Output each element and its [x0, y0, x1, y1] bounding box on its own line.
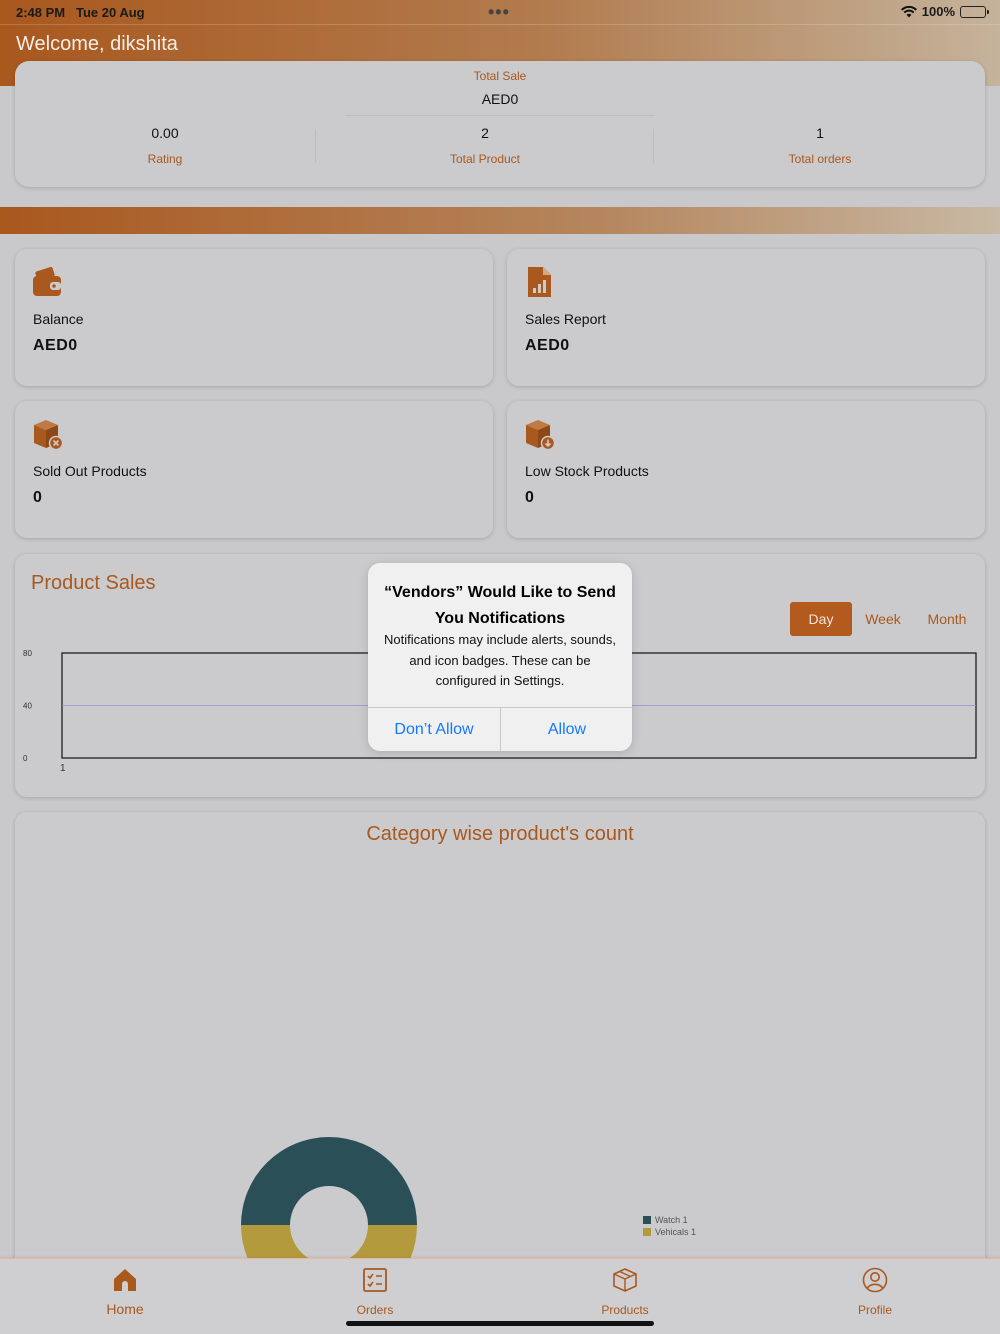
y-tick-label: 40: [23, 702, 32, 711]
x-tick-label: 1: [60, 763, 66, 774]
tab-orders[interactable]: Orders: [315, 1267, 435, 1317]
rating-label: Rating: [147, 152, 183, 166]
period-day-button[interactable]: Day: [790, 602, 852, 636]
legend-swatch: [643, 1216, 651, 1224]
home-indicator[interactable]: [346, 1321, 654, 1326]
period-month-button[interactable]: Month: [919, 602, 975, 636]
battery-percent: 100%: [921, 4, 955, 19]
sales-report-value: AED0: [525, 337, 570, 354]
legend-item: Vehicals 1: [643, 1226, 696, 1238]
legend-swatch: [643, 1228, 651, 1236]
low-stock-value: 0: [525, 489, 535, 506]
alert-message: Notifications may include alerts, sounds…: [384, 632, 616, 688]
total-orders-stat: 1 Total orders: [700, 125, 940, 166]
status-time: 2:48 PM Tue 20 Aug: [16, 5, 145, 20]
checklist-icon: [363, 1268, 387, 1292]
sold-out-value: 0: [33, 489, 43, 506]
balance-label: Balance: [33, 311, 84, 327]
tab-products-label: Products: [601, 1303, 649, 1317]
low-stock-label: Low Stock Products: [525, 463, 649, 479]
category-donut-chart: [241, 1137, 417, 1272]
sales-report-label: Sales Report: [525, 311, 606, 327]
donut-slice: [241, 1137, 417, 1225]
legend-item: Watch 1: [643, 1214, 696, 1226]
total-sale-label: Total Sale: [473, 69, 527, 83]
welcome-text: Welcome, dikshita: [16, 33, 178, 55]
rating-stat: 0.00 Rating: [45, 125, 285, 166]
summary-card: Total Sale AED0 0.00 Rating 2 Total Prod…: [15, 61, 985, 187]
divider: [345, 115, 655, 116]
product-sales-title: Product Sales: [31, 572, 156, 594]
divider: [315, 129, 316, 163]
dont-allow-button[interactable]: Don’t Allow: [368, 708, 500, 751]
wifi-icon: [900, 5, 917, 17]
alert-title: “Vendors” Would Like to Send You Notific…: [384, 584, 616, 627]
status-bar: 2:48 PM Tue 20 Aug ••• 100%: [0, 0, 1000, 24]
box-down-icon: [526, 420, 556, 451]
status-right: 100%: [900, 4, 989, 19]
rating-value: 0.00: [151, 125, 179, 141]
period-week-button[interactable]: Week: [858, 602, 908, 636]
y-tick-label: 80: [23, 649, 32, 658]
sales-report-tile[interactable]: Sales Report AED0: [507, 249, 985, 386]
section-band: [0, 207, 1000, 234]
notification-permission-alert: “Vendors” Would Like to Send You Notific…: [368, 563, 632, 751]
box-icon: [613, 1268, 637, 1292]
multitasking-dots-icon[interactable]: •••: [488, 2, 510, 23]
total-product-label: Total Product: [449, 152, 521, 166]
report-icon: [528, 267, 551, 297]
legend-label: Vehicals 1: [655, 1227, 697, 1237]
tab-home[interactable]: Home: [65, 1267, 185, 1317]
category-card: Category wise product's count Watch 1 Veh…: [15, 812, 985, 1272]
sold-out-tile[interactable]: Sold Out Products 0: [15, 401, 493, 538]
battery-icon: [960, 5, 989, 18]
wallet-icon: [33, 266, 61, 296]
sold-out-label: Sold Out Products: [33, 463, 147, 479]
balance-tile[interactable]: Balance AED0: [15, 249, 493, 386]
legend-label: Watch 1: [655, 1215, 688, 1225]
tab-products[interactable]: Products: [565, 1267, 685, 1317]
box-x-icon: [34, 420, 64, 451]
total-sale-value: AED0: [481, 91, 519, 107]
user-circle-icon: [862, 1267, 888, 1293]
tab-profile-label: Profile: [857, 1303, 892, 1317]
chart-legend: Watch 1 Vehicals 1: [643, 1214, 696, 1238]
tab-home-label: Home: [106, 1301, 144, 1317]
total-orders-label: Total orders: [788, 152, 852, 166]
total-orders-value: 1: [816, 125, 824, 141]
balance-value: AED0: [33, 337, 78, 354]
divider: [653, 129, 654, 163]
total-product-stat: 2 Total Product: [365, 125, 605, 166]
total-product-value: 2: [481, 125, 489, 141]
low-stock-tile[interactable]: Low Stock Products 0: [507, 401, 985, 538]
tab-orders-label: Orders: [356, 1303, 394, 1317]
y-tick-label: 0: [23, 754, 28, 763]
allow-button[interactable]: Allow: [501, 708, 632, 751]
home-icon: [114, 1269, 136, 1291]
tab-profile[interactable]: Profile: [815, 1267, 935, 1317]
